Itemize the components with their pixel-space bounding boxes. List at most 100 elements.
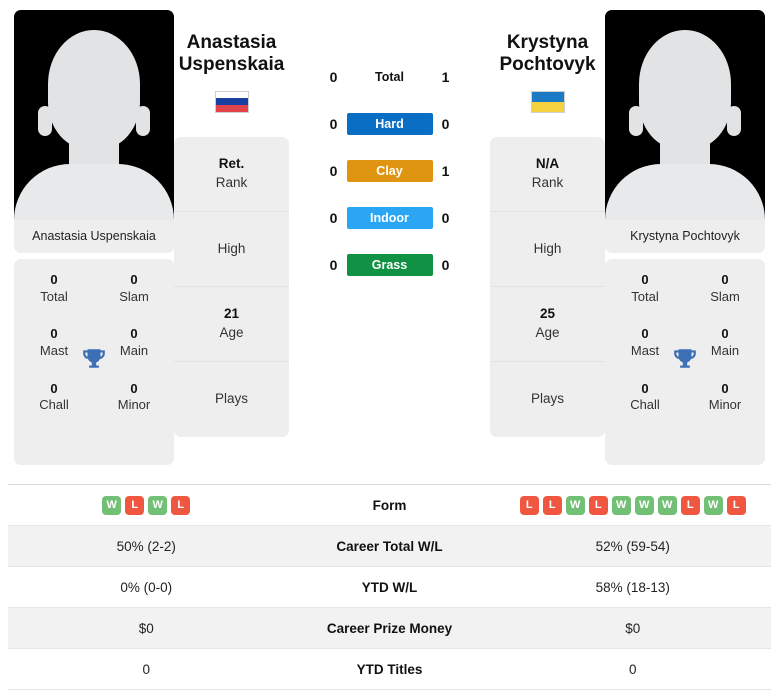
flag-band-2 (215, 98, 248, 106)
right-player-name[interactable]: Krystyna Pochtovyk (490, 10, 605, 77)
left-info-rank: Ret. Rank (174, 137, 289, 212)
right-titles-minor-value: 0 (721, 380, 729, 396)
left-titles-total-label: Total (40, 288, 68, 304)
form-badge-win: W (634, 495, 654, 515)
row-right-value: 52% (59-54) (595, 538, 670, 554)
table-row: 50% (2-2) Career Total W/L 52% (59-54) (8, 526, 771, 567)
avatar-silhouette-ear-right (727, 106, 741, 136)
row-label: Career Prize Money (326, 620, 453, 636)
form-badge-loss: L (680, 495, 700, 515)
form-badge-win: W (611, 495, 631, 515)
right-player-info-card: N/A Rank High 25 Age Plays (490, 136, 605, 437)
left-player-photo-card[interactable]: Anastasia Uspenskaia (14, 10, 174, 253)
left-info-age: 21 Age (174, 287, 289, 362)
form-badge-loss: L (542, 495, 562, 515)
surface-row-indoor: 0 Indoor 0 (317, 207, 463, 229)
right-info-age: 25 Age (490, 287, 605, 362)
right-player-flag (530, 90, 565, 113)
right-player-photo-card[interactable]: Krystyna Pochtovyk (605, 10, 765, 253)
form-right-badges: LLWLWWWLWL (495, 495, 772, 515)
right-titles-total-value: 0 (641, 272, 649, 287)
left-player-last-name: Uspenskaia (178, 54, 285, 76)
surface-grass-bar[interactable]: Grass (346, 254, 433, 276)
flag-band-1 (531, 91, 564, 102)
surface-clay-right-score: 1 (441, 163, 450, 179)
head-to-head-comparison: Anastasia Uspenskaia 0 Total 0 Slam 0 Ma… (0, 0, 779, 470)
row-label: YTD Titles (356, 661, 423, 677)
form-badge-win: W (102, 495, 122, 515)
avatar-silhouette-head (48, 30, 140, 150)
left-player-column: Anastasia Uspenskaia 0 Total 0 Slam 0 Ma… (14, 10, 174, 465)
left-player-info-card: Ret. Rank High 21 Age Plays (174, 136, 289, 437)
left-titles-total-value: 0 (50, 272, 58, 287)
right-rank-value: N/A (535, 156, 560, 172)
left-rank-label: Rank (215, 175, 248, 191)
avatar-silhouette-ear-right (136, 106, 150, 136)
right-high-label: High (533, 240, 562, 256)
row-label: YTD W/L (361, 579, 418, 595)
right-player-first-name: Krystyna (506, 32, 589, 53)
row-right-value: 0 (628, 661, 637, 677)
form-badge-win: W (703, 495, 723, 515)
surface-row-clay: 0 Clay 1 (317, 160, 463, 182)
left-player-name[interactable]: Anastasia Uspenskaia (174, 10, 289, 77)
right-age-label: Age (535, 325, 560, 341)
surface-indoor-left-score: 0 (329, 210, 338, 226)
left-titles-slam-label: Slam (119, 288, 149, 304)
flag-band-1 (215, 91, 248, 99)
right-titles-total-label: Total (631, 288, 659, 304)
left-age-value: 21 (223, 306, 240, 322)
avatar-silhouette-ear-left (629, 106, 643, 136)
table-row: 0 YTD Titles 0 (8, 649, 771, 690)
left-plays-label: Plays (214, 391, 248, 407)
left-titles-slam-value: 0 (130, 272, 138, 287)
right-titles-chall-label: Chall (630, 397, 660, 413)
left-titles-main-value: 0 (130, 326, 138, 342)
left-titles-minor-value: 0 (130, 380, 138, 396)
right-player-caption: Krystyna Pochtovyk (605, 220, 765, 253)
right-player-avatar (605, 10, 765, 220)
surface-breakdown: 0 Total 1 0 Hard 0 0 Clay 1 0 Indoor 0 0… (289, 10, 490, 301)
right-titles-minor: 0 Minor (685, 380, 765, 414)
left-titles-chall-label: Chall (39, 397, 69, 413)
surface-grass-left-score: 0 (329, 257, 338, 273)
table-row: $0 Career Prize Money $0 (8, 608, 771, 649)
row-left-value: $0 (138, 620, 154, 636)
left-titles-minor-label: Minor (117, 397, 151, 413)
form-badge-loss: L (125, 495, 145, 515)
avatar-silhouette-ear-left (38, 106, 52, 136)
surface-hard-right-score: 0 (441, 116, 450, 132)
right-titles-slam-value: 0 (721, 272, 729, 287)
row-left-value: 0% (0-0) (120, 579, 173, 595)
form-badge-win: W (565, 495, 585, 515)
surface-indoor-right-score: 0 (441, 210, 450, 226)
right-info-rank: N/A Rank (490, 137, 605, 212)
trophy-icon (81, 347, 107, 378)
right-titles-slam: 0 Slam (685, 271, 765, 305)
form-badge-loss: L (519, 495, 539, 515)
left-titles-chall: 0 Chall (14, 380, 94, 414)
surface-clay-bar[interactable]: Clay (346, 160, 433, 182)
avatar-silhouette-body (14, 164, 174, 220)
left-player-avatar (14, 10, 174, 220)
form-badge-win: W (148, 495, 168, 515)
right-age-value: 25 (539, 306, 556, 322)
left-info-plays: Plays (174, 362, 289, 437)
surface-row-hard: 0 Hard 0 (317, 113, 463, 135)
left-titles-slam: 0 Slam (94, 271, 174, 305)
left-titles-minor: 0 Minor (94, 380, 174, 414)
surface-grass-right-score: 0 (441, 257, 450, 273)
right-info-plays: Plays (490, 362, 605, 437)
flag-band-2 (531, 101, 564, 112)
stats-comparison-table: WLWL Form LLWLWWWLWL 50% (2-2) Career To… (8, 484, 771, 690)
left-high-label: High (217, 240, 246, 256)
row-left-value: 0 (142, 661, 150, 677)
surface-clay-left-score: 0 (329, 163, 338, 179)
table-row: 0% (0-0) YTD W/L 58% (18-13) (8, 567, 771, 608)
surface-hard-bar[interactable]: Hard (346, 113, 433, 135)
surface-indoor-bar[interactable]: Indoor (346, 207, 433, 229)
surface-hard-left-score: 0 (329, 116, 338, 132)
surface-row-grass: 0 Grass 0 (317, 254, 463, 276)
left-player-first-name: Anastasia (186, 32, 277, 53)
surface-total-right-score: 1 (441, 69, 450, 85)
